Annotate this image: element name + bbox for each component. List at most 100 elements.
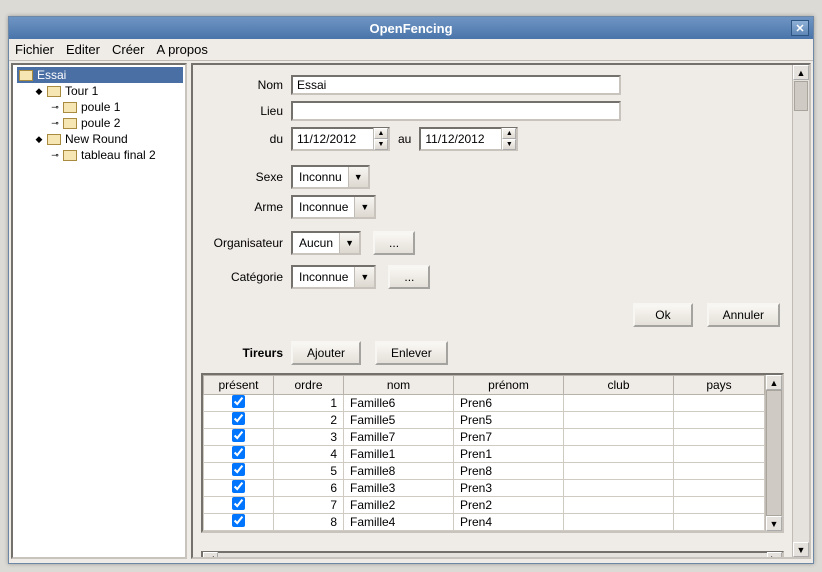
chevron-down-icon[interactable]: ▼ [339,233,359,253]
table-row[interactable]: 3Famille7Pren7 [204,429,765,446]
scroll-thumb[interactable] [766,390,782,516]
nom-input[interactable] [291,75,621,95]
cell-club[interactable] [564,514,674,531]
th-ordre[interactable]: ordre [274,376,344,395]
tree-newround[interactable]: ◆ New Round [33,131,183,147]
th-prenom[interactable]: prénom [454,376,564,395]
cell-nom[interactable]: Famille5 [344,412,454,429]
cell-pays[interactable] [674,395,765,412]
collapse-icon[interactable]: ◆ [35,86,43,97]
scroll-down-icon[interactable]: ▼ [793,542,809,557]
tree-poule2[interactable]: ⊸ poule 2 [49,115,183,131]
cell-nom[interactable]: Famille7 [344,429,454,446]
date-spinner[interactable]: ▲▼ [373,128,388,150]
tree-tableau[interactable]: ⊸ tableau final 2 [49,147,183,163]
cell-present[interactable] [204,463,274,480]
table-row[interactable]: 7Famille2Pren2 [204,497,765,514]
panel-hscroll[interactable]: ◀ ▶ [201,551,784,557]
cell-pays[interactable] [674,497,765,514]
cell-present[interactable] [204,480,274,497]
menu-create[interactable]: Créer [112,42,145,57]
present-checkbox[interactable] [232,497,245,510]
th-nom[interactable]: nom [344,376,454,395]
scroll-track[interactable] [793,112,809,542]
cell-pays[interactable] [674,446,765,463]
scroll-up-icon[interactable]: ▲ [793,65,809,80]
th-club[interactable]: club [564,376,674,395]
date-to-input[interactable]: ▲▼ [419,127,518,151]
table-row[interactable]: 2Famille5Pren5 [204,412,765,429]
ok-button[interactable]: Ok [633,303,692,327]
chevron-down-icon[interactable]: ▼ [354,267,374,287]
cell-prenom[interactable]: Pren7 [454,429,564,446]
cell-prenom[interactable]: Pren3 [454,480,564,497]
chevron-down-icon[interactable]: ▼ [354,197,374,217]
cell-club[interactable] [564,480,674,497]
date-spinner[interactable]: ▲▼ [501,128,516,150]
th-pays[interactable]: pays [674,376,765,395]
date-from-field[interactable] [293,132,373,146]
collapse-icon[interactable]: ⊸ [51,102,59,113]
cell-ordre[interactable]: 1 [274,395,344,412]
remove-button[interactable]: Enlever [375,341,448,365]
tree-tour1[interactable]: ◆ Tour 1 [33,83,183,99]
cell-present[interactable] [204,395,274,412]
tree-root[interactable]: Essai [17,67,183,83]
sexe-combo[interactable]: Inconnu ▼ [291,165,370,189]
collapse-icon[interactable]: ⊸ [51,118,59,129]
cell-present[interactable] [204,412,274,429]
date-from-input[interactable]: ▲▼ [291,127,390,151]
cell-ordre[interactable]: 4 [274,446,344,463]
cell-club[interactable] [564,395,674,412]
cell-present[interactable] [204,429,274,446]
lieu-input[interactable] [291,101,621,121]
cell-prenom[interactable]: Pren8 [454,463,564,480]
cell-ordre[interactable]: 2 [274,412,344,429]
table-row[interactable]: 5Famille8Pren8 [204,463,765,480]
cell-club[interactable] [564,429,674,446]
cell-present[interactable] [204,497,274,514]
titlebar[interactable]: OpenFencing ✕ [9,17,813,39]
menu-about[interactable]: A propos [157,42,208,57]
present-checkbox[interactable] [232,429,245,442]
cell-pays[interactable] [674,463,765,480]
menu-edit[interactable]: Editer [66,42,100,57]
panel-vscroll[interactable]: ▲ ▼ [792,65,809,557]
present-checkbox[interactable] [232,514,245,527]
scroll-right-icon[interactable]: ▶ [767,552,782,557]
table-vscroll[interactable]: ▲ ▼ [765,375,782,531]
cell-pays[interactable] [674,514,765,531]
cell-club[interactable] [564,412,674,429]
cell-nom[interactable]: Famille2 [344,497,454,514]
present-checkbox[interactable] [232,480,245,493]
cat-combo[interactable]: Inconnue ▼ [291,265,376,289]
date-to-field[interactable] [421,132,501,146]
cell-present[interactable] [204,446,274,463]
cell-prenom[interactable]: Pren6 [454,395,564,412]
cat-more-button[interactable]: ... [388,265,430,289]
chevron-down-icon[interactable]: ▼ [348,167,368,187]
cell-nom[interactable]: Famille3 [344,480,454,497]
cell-ordre[interactable]: 5 [274,463,344,480]
cell-prenom[interactable]: Pren1 [454,446,564,463]
cell-present[interactable] [204,514,274,531]
cell-nom[interactable]: Famille8 [344,463,454,480]
cell-pays[interactable] [674,480,765,497]
cell-club[interactable] [564,497,674,514]
table-row[interactable]: 6Famille3Pren3 [204,480,765,497]
present-checkbox[interactable] [232,463,245,476]
table-row[interactable]: 4Famille1Pren1 [204,446,765,463]
collapse-icon[interactable]: ⊸ [51,150,59,161]
cell-prenom[interactable]: Pren5 [454,412,564,429]
cell-prenom[interactable]: Pren4 [454,514,564,531]
cell-pays[interactable] [674,412,765,429]
org-combo[interactable]: Aucun ▼ [291,231,361,255]
cell-prenom[interactable]: Pren2 [454,497,564,514]
org-more-button[interactable]: ... [373,231,415,255]
present-checkbox[interactable] [232,446,245,459]
cell-ordre[interactable]: 8 [274,514,344,531]
table-row[interactable]: 1Famille6Pren6 [204,395,765,412]
scroll-up-icon[interactable]: ▲ [766,375,782,390]
present-checkbox[interactable] [232,412,245,425]
cell-club[interactable] [564,446,674,463]
